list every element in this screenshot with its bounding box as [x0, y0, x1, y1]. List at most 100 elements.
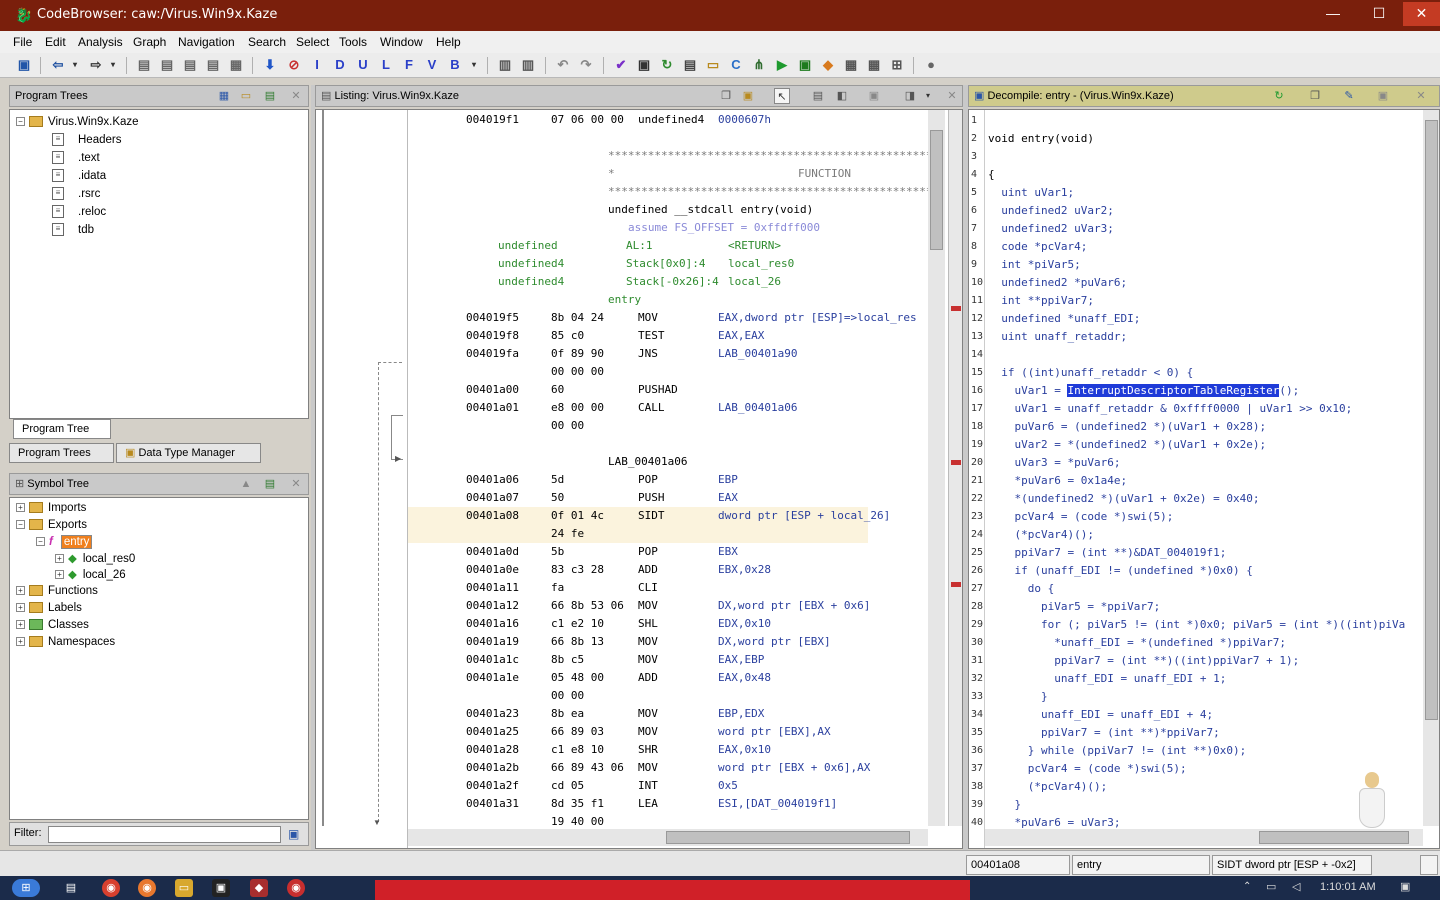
decompile-line[interactable]: unaff_EDI = unaff_EDI + 1; [988, 670, 1226, 688]
instruction-row[interactable]: 00401a2f cd 05 INT 0x5 [466, 777, 926, 795]
menu-search[interactable]: Search [248, 35, 286, 49]
symbol-labels[interactable]: + Labels [16, 599, 82, 617]
instruction-row[interactable]: 00401a1e 05 48 00 ADD EAX,0x48 [466, 669, 926, 687]
close-panel-icon[interactable]: ✕ [288, 88, 304, 104]
decompile-line[interactable]: unaff_EDI = unaff_EDI + 4; [988, 706, 1213, 724]
decompile-line[interactable]: uVar1 = unaff_retaddr & 0xffff0000 | uVa… [988, 400, 1352, 418]
instruction-row[interactable]: 00401a25 66 89 03 MOV word ptr [EBX],AX [466, 723, 926, 741]
parameter-row[interactable]: undefined AL:1 <RETURN> [466, 237, 926, 255]
memory-map-icon[interactable]: ▥ [497, 57, 513, 73]
expand-icon[interactable]: + [16, 603, 25, 613]
expand-icon[interactable]: + [16, 503, 25, 513]
decompile-line[interactable]: ppiVar7 = (int **)*ppiVar7; [988, 724, 1220, 742]
open-folder-icon[interactable]: ▭ [238, 88, 254, 104]
notifications-icon[interactable]: ▣ [1400, 880, 1410, 893]
tree-root[interactable]: − Virus.Win9x.Kaze [16, 113, 139, 131]
menu-navigation[interactable]: Navigation [178, 35, 235, 49]
toolbar-letter-i[interactable]: I [309, 57, 325, 73]
decompile-line[interactable]: *puVar6 = 0x1a4e; [988, 472, 1127, 490]
forward-arrow-icon[interactable]: ⇨ [88, 57, 104, 73]
menu-graph[interactable]: Graph [133, 35, 166, 49]
instruction-row[interactable]: 24 fe [408, 525, 868, 543]
status-console-icon[interactable] [1420, 855, 1438, 875]
layout-icon[interactable]: ◨ [902, 88, 918, 104]
listing-horizontal-scrollbar[interactable] [408, 829, 928, 846]
symbol-exports[interactable]: − Exports [16, 516, 87, 534]
decompile-line[interactable]: undefined2 *puVar6; [988, 274, 1127, 292]
decompile-line[interactable]: undefined2 uVar2; [988, 202, 1114, 220]
back-history-dropdown-icon[interactable]: ▾ [67, 57, 83, 73]
instruction-row[interactable]: 004019fa 0f 89 90 JNS LAB_00401a90 [466, 345, 926, 363]
instruction-row[interactable]: 00401a16 c1 e2 10 SHL EDX,0x10 [466, 615, 926, 633]
decompile-scroll-thumb[interactable] [1425, 120, 1438, 720]
collapse-icon[interactable]: − [16, 117, 25, 127]
instruction-row[interactable]: 00401a23 8b ea MOV EBP,EDX [466, 705, 926, 723]
table-icon[interactable]: ▦ [843, 57, 859, 73]
decompile-line[interactable]: { [988, 166, 995, 184]
toolbar-letter-d[interactable]: D [332, 57, 348, 73]
toolbar-letter-u[interactable]: U [355, 57, 371, 73]
symbol-functions[interactable]: + Functions [16, 582, 98, 600]
down-arrow-icon[interactable]: ⬇ [262, 57, 278, 73]
decompile-line[interactable]: *unaff_EDI = *(undefined *)ppiVar7; [988, 634, 1286, 652]
instruction-row[interactable]: 00401a0d 5b POP EBX [466, 543, 926, 561]
instruction-row[interactable]: 00401a11 fa CLI [466, 579, 926, 597]
tab-program-trees[interactable]: Program Trees [9, 443, 114, 463]
paste-icon[interactable]: ▣ [740, 88, 756, 104]
tree-item-text[interactable]: ≡ .text [52, 149, 100, 167]
instruction-row[interactable]: 00 00 00 [466, 363, 926, 381]
menu-select[interactable]: Select [296, 35, 329, 49]
menu-help[interactable]: Help [436, 35, 461, 49]
decompile-line[interactable]: undefined2 uVar3; [988, 220, 1114, 238]
tab-data-type-manager[interactable]: ▣ Data Type Manager [116, 443, 261, 463]
stop-icon[interactable]: ⊘ [286, 57, 302, 73]
decompile-line[interactable]: pcVar4 = (code *)swi(5); [988, 760, 1187, 778]
ghidra-taskbar-icon[interactable]: ◉ [287, 879, 305, 897]
decompile-line[interactable]: do { [988, 580, 1055, 598]
decompile-line[interactable]: (*pcVar4)(); [988, 778, 1107, 796]
collapse-icon[interactable]: − [16, 520, 25, 530]
decompile-line[interactable]: puVar6 = (undefined2 *)(uVar1 + 0x28); [988, 418, 1266, 436]
snapshot-icon[interactable]: ▣ [866, 88, 882, 104]
tray-chevron-icon[interactable]: ⌃ [1243, 881, 1251, 892]
instruction-row[interactable]: 00 00 [466, 417, 926, 435]
nav-data-icon[interactable]: ▤ [205, 57, 221, 73]
create-namespace-icon[interactable]: ▲ [238, 476, 254, 492]
function-call-icon[interactable]: C [728, 57, 744, 73]
tree-item-rsrc[interactable]: ≡ .rsrc [52, 185, 100, 203]
datatype-icon[interactable]: ◆ [820, 57, 836, 73]
expand-icon[interactable]: + [16, 586, 25, 596]
listing-data-row[interactable]: 004019f1 07 06 00 00 undefined4 0000607h [466, 111, 926, 129]
instruction-row[interactable]: 00401a31 8d 35 f1 LEA ESI,[DAT_004019f1] [466, 795, 926, 813]
check-icon[interactable]: ✔ [613, 57, 629, 73]
expand-icon[interactable]: + [55, 554, 64, 564]
instruction-row[interactable]: 00401a1c 8b c5 MOV EAX,EBP [466, 651, 926, 669]
instruction-row[interactable]: 00401a2b 66 89 43 06 MOV word ptr [EBX + 0x… [466, 759, 926, 777]
letter-dropdown-icon[interactable]: ▾ [466, 57, 482, 73]
instruction-row[interactable]: 00401a12 66 8b 53 06 MOV DX,word ptr [EBX +… [466, 597, 926, 615]
listing-scroll-thumb[interactable] [930, 130, 943, 250]
decompile-line[interactable]: ppiVar7 = (int **)&DAT_004019f1; [988, 544, 1226, 562]
undo-icon[interactable]: ↶ [555, 57, 571, 73]
menu-tools[interactable]: Tools [339, 35, 367, 49]
close-button[interactable]: ✕ [1403, 2, 1440, 26]
explorer-folder-icon[interactable]: ▭ [175, 879, 193, 897]
expand-icon[interactable]: + [16, 620, 25, 630]
decompile-line[interactable]: code *pcVar4; [988, 238, 1087, 256]
decompile-line[interactable]: *(undefined2 *)(uVar1 + 0x2e) = 0x40; [988, 490, 1259, 508]
decompile-line[interactable]: if ((int)unaff_retaddr < 0) { [988, 364, 1193, 382]
filter-input[interactable] [48, 826, 281, 843]
cursor-tool-icon[interactable]: ↖ [774, 88, 790, 104]
start-button-icon[interactable]: ⊞ [12, 879, 40, 897]
new-symbol-icon[interactable]: ▤ [262, 476, 278, 492]
instruction-row[interactable]: 00 00 [466, 687, 926, 705]
parameter-row[interactable]: undefined4 Stack[0x0]:4 local_res0 [466, 255, 926, 273]
copy-icon[interactable]: ❐ [718, 88, 734, 104]
toolbar-letter-l[interactable]: L [378, 57, 394, 73]
function-header-stars[interactable]: ****************************************… [466, 183, 928, 201]
decompile-line[interactable]: uVar2 = *(undefined2 *)(uVar1 + 0x2e); [988, 436, 1266, 454]
instruction-row[interactable]: 00401a00 60 PUSHAD [466, 381, 926, 399]
decompile-line[interactable]: } [988, 688, 1048, 706]
close-panel-icon[interactable]: ✕ [288, 476, 304, 492]
open-tree-icon[interactable]: ▦ [216, 88, 232, 104]
